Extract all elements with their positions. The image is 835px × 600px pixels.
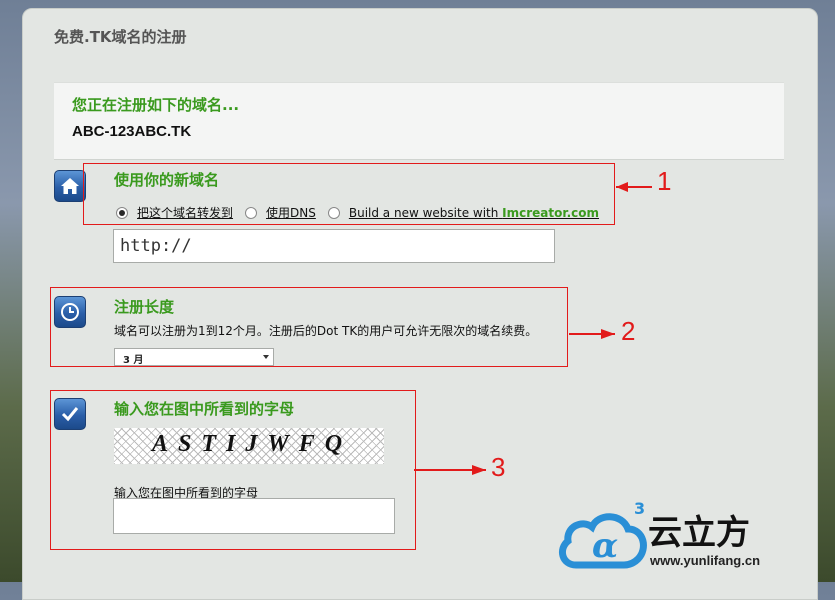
- registration-length-select[interactable]: 3 月: [114, 348, 274, 366]
- build-website-text: Build a new website with: [348, 205, 499, 220]
- captcha-image: ASTIJWFQ: [114, 428, 384, 464]
- watermark: α 3 云立方 www.yunlifang.cn: [558, 499, 828, 575]
- radio-forward[interactable]: [116, 206, 128, 219]
- chevron-down-icon: [263, 355, 269, 359]
- select-value: 3 月: [123, 355, 144, 366]
- radio-forward-label[interactable]: 把这个域名转发到: [137, 204, 233, 221]
- page-title: 免费.TK域名的注册: [54, 28, 187, 46]
- watermark-url: www.yunlifang.cn: [650, 553, 761, 568]
- imcreator-brand: Imcreator.com: [502, 205, 600, 220]
- domain-heading: 您正在注册如下的域名...: [72, 96, 240, 114]
- annotation-arrow-2: [569, 329, 615, 339]
- annotation-arrow-3: [414, 465, 486, 475]
- radio-build-website-label[interactable]: Build a new website with Imcreator.com: [349, 206, 599, 220]
- home-icon: [54, 170, 86, 202]
- domain-summary: 您正在注册如下的域名... ABC-123ABC.TK: [54, 82, 784, 160]
- radio-dns[interactable]: [245, 206, 258, 219]
- captcha-input[interactable]: [113, 498, 395, 534]
- annotation-number-1: 1: [657, 166, 672, 196]
- svg-text:α: α: [592, 526, 618, 566]
- domain-name: ABC-123ABC.TK: [72, 123, 192, 140]
- section1-title: 使用你的新域名: [114, 171, 220, 189]
- watermark-brand: 云立方: [648, 513, 750, 553]
- annotation-number-3: 3: [491, 452, 506, 482]
- forwarding-options: 把这个域名转发到 使用DNS Build a new website with …: [116, 204, 603, 221]
- registration-length-description: 域名可以注册为1到12个月。注册后的Dot TK的用户可允许无限次的域名续费。: [114, 324, 538, 338]
- watermark-superscript: 3: [634, 499, 646, 518]
- section2-title: 注册长度: [114, 298, 175, 316]
- section3-title: 输入您在图中所看到的字母: [114, 400, 295, 418]
- captcha-text: ASTIJWFQ: [152, 431, 353, 457]
- radio-build-website[interactable]: [327, 206, 340, 219]
- annotation-number-2: 2: [621, 316, 636, 346]
- annotation-arrow-1: [616, 182, 652, 192]
- radio-dns-label[interactable]: 使用DNS: [266, 204, 316, 221]
- forward-url-input[interactable]: http://: [113, 229, 555, 263]
